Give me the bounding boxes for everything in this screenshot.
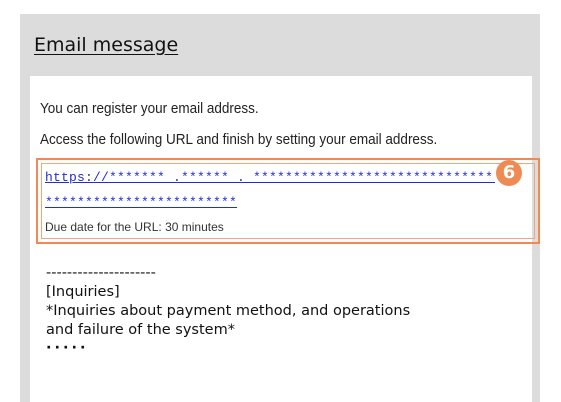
inquiries-text-line1: *Inquiries about payment method, and ope… — [46, 303, 411, 319]
registration-url-link-continued[interactable]: ************************ — [45, 195, 237, 210]
registration-url-link[interactable]: https://******* .****** . **************… — [45, 170, 495, 185]
email-text-access-url: Access the following URL and finish by s… — [40, 131, 438, 148]
email-body: You can register your email address. Acc… — [30, 76, 540, 402]
email-text-register: You can register your email address. — [40, 100, 259, 117]
url-highlight-box: https://******* .****** . **************… — [36, 158, 540, 244]
panel-title: Email message — [34, 34, 179, 56]
email-message-panel: Email message You can register your emai… — [20, 14, 540, 402]
separator-line: --------------------- — [46, 265, 156, 281]
step-number-badge: 6 — [496, 160, 522, 186]
inquiries-heading: [Inquiries] — [46, 284, 120, 300]
inquiries-text-line2: and failure of the system* — [46, 322, 235, 338]
inquiries-section: --------------------- [Inquiries] *Inqui… — [46, 264, 410, 356]
ellipsis-dots: ····· — [46, 340, 89, 356]
url-due-date: Due date for the URL: 30 minutes — [45, 220, 224, 234]
